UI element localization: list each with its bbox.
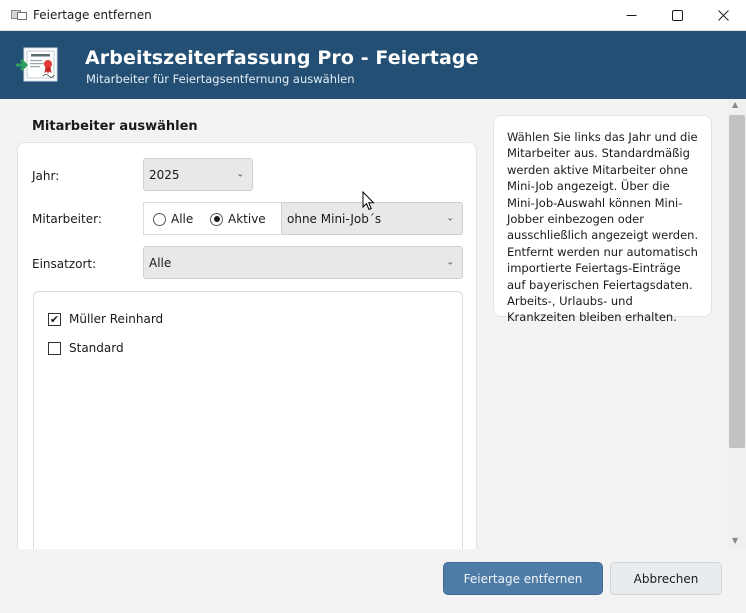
info-text: Wählen Sie links das Jahr und die Mitarb…: [507, 130, 699, 325]
radio-active[interactable]: Aktive: [210, 212, 266, 226]
radio-active-label: Aktive: [228, 212, 266, 226]
location-select[interactable]: Alle ⌄: [143, 246, 463, 279]
scroll-down-icon[interactable]: ▼: [732, 536, 738, 545]
employee-selection-panel: Jahr: 2025 ⌄ Mitarbeiter: Alle Aktive oh…: [17, 142, 477, 562]
list-item[interactable]: Standard: [48, 341, 124, 355]
close-icon: [717, 10, 729, 21]
cancel-button[interactable]: Abbrechen: [610, 562, 722, 595]
chevron-down-icon: ⌄: [446, 213, 454, 223]
employee-label: Mitarbeiter:: [32, 212, 102, 226]
list-item[interactable]: Müller Reinhard: [48, 312, 163, 326]
chevron-down-icon: ⌄: [446, 257, 454, 267]
remove-holidays-button[interactable]: Feiertage entfernen: [443, 562, 603, 595]
employee-list[interactable]: Müller Reinhard Standard: [33, 291, 463, 561]
window-title: Feiertage entfernen: [33, 8, 152, 22]
checkbox-checked[interactable]: [48, 312, 61, 326]
radio-indicator: [210, 212, 223, 226]
close-button[interactable]: [700, 0, 746, 31]
employee-radio-group: Alle Aktive: [143, 202, 282, 235]
employee-name: Standard: [69, 341, 124, 355]
minijob-value: ohne Mini-Job´s: [287, 211, 382, 226]
section-title: Mitarbeiter auswählen: [32, 119, 198, 134]
radio-indicator: [153, 212, 166, 226]
info-panel: Wählen Sie links das Jahr und die Mitarb…: [493, 115, 712, 324]
scrollbar-thumb[interactable]: [729, 115, 745, 448]
maximize-button[interactable]: [654, 0, 700, 31]
radio-all[interactable]: Alle: [153, 212, 193, 226]
employee-name: Müller Reinhard: [69, 312, 164, 326]
header-banner: Arbeitszeiterfassung Pro - Feiertage Mit…: [0, 31, 746, 99]
radio-all-label: Alle: [171, 212, 194, 226]
checkbox-unchecked[interactable]: [48, 341, 61, 355]
minimize-icon: [626, 15, 636, 16]
year-value: 2025: [149, 167, 180, 182]
chevron-down-icon: ⌄: [236, 169, 244, 179]
certificate-window-icon: [11, 9, 27, 21]
title-bar: Feiertage entfernen: [0, 0, 746, 31]
location-label: Einsatzort:: [32, 257, 97, 271]
header-title: Arbeitszeiterfassung Pro - Feiertage: [85, 47, 479, 69]
year-label: Jahr:: [32, 169, 60, 183]
year-select[interactable]: 2025 ⌄: [143, 158, 253, 191]
header-subtitle: Mitarbeiter für Feiertagsentfernung ausw…: [86, 72, 355, 86]
maximize-icon: [671, 10, 683, 21]
location-value: Alle: [149, 255, 172, 270]
minimize-button[interactable]: [608, 0, 654, 31]
mouse-cursor-icon: [362, 191, 375, 211]
certificate-icon: [16, 47, 58, 82]
scroll-up-icon[interactable]: ▲: [732, 100, 738, 109]
